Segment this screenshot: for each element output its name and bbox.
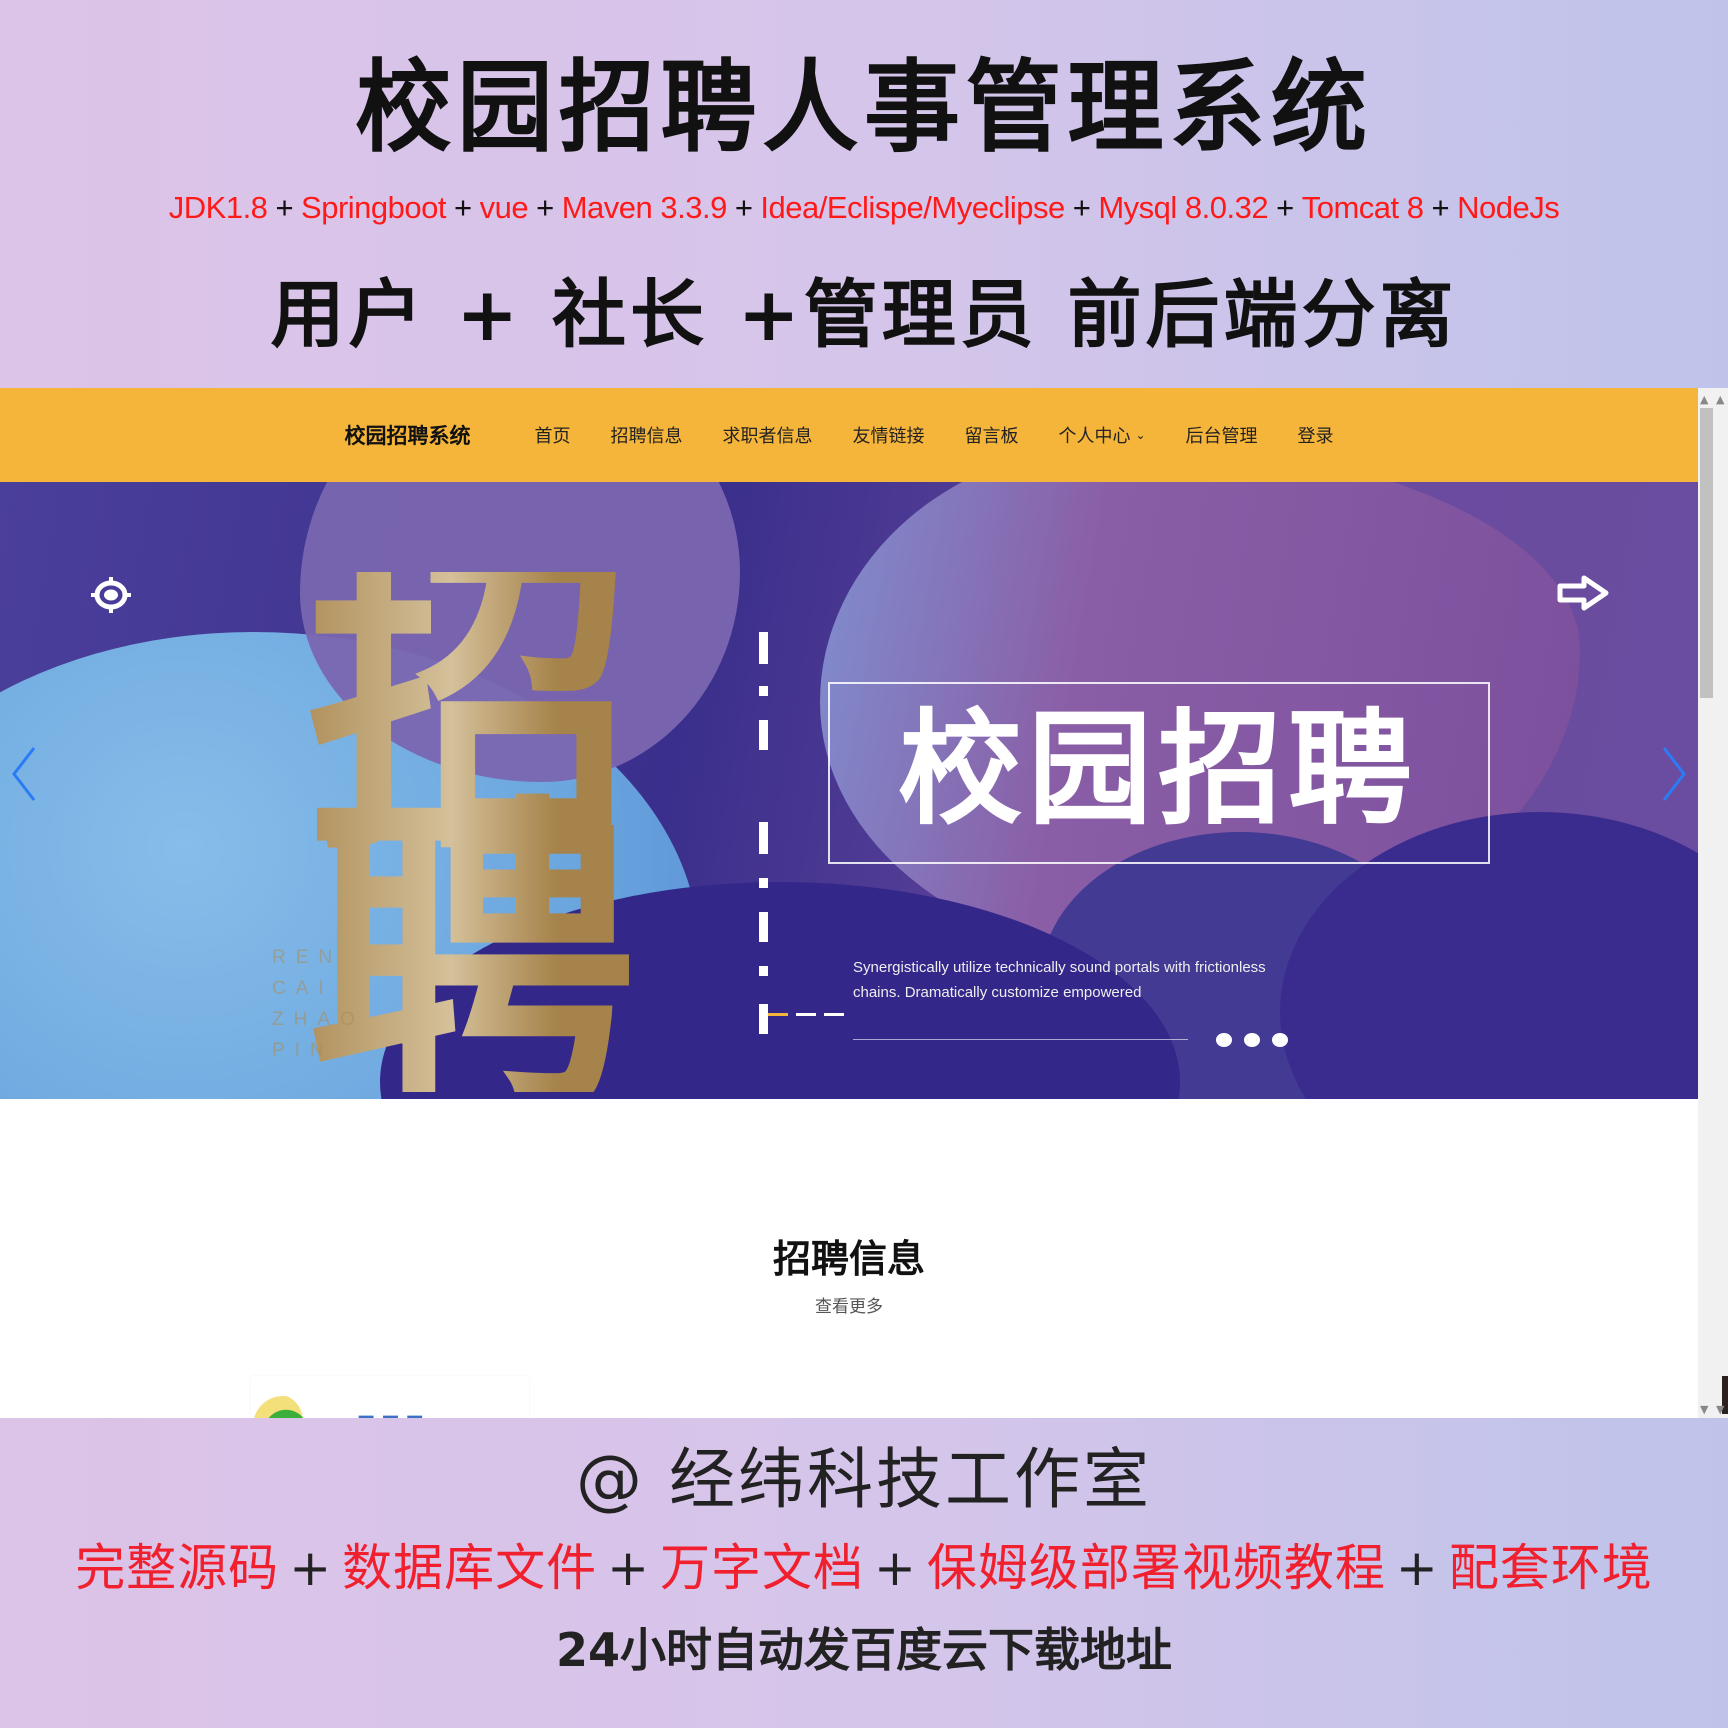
web-page: 校园招聘系统 首页 招聘信息 求职者信息 友情链接 留言板 个人中心 ⌄ 后台管…: [0, 388, 1698, 1418]
hero-carousel: 招聘 REN CAI ZHAO PIN 校园招聘 Synergistically…: [0, 482, 1698, 1099]
tech-item: Tomcat 8: [1301, 190, 1424, 225]
plus-separator: +: [1431, 190, 1450, 225]
nav-item-personal-center[interactable]: 个人中心 ⌄: [1058, 422, 1145, 448]
studio-name: @ 经纬科技工作室: [576, 1441, 1152, 1518]
features-line: 完整源码 + 数据库文件 + 万字文档 + 保姆级部署视频教程 + 配套环境: [0, 1536, 1728, 1600]
browser-viewport: 校园招聘系统 首页 招聘信息 求职者信息 友情链接 留言板 个人中心 ⌄ 后台管…: [0, 388, 1728, 1418]
view-more-link[interactable]: 查看更多: [0, 1292, 1698, 1317]
nav-item-message-board[interactable]: 留言板: [964, 422, 1018, 448]
dash-line: [824, 1013, 844, 1016]
plus-separator: +: [1072, 190, 1091, 225]
slide-dot[interactable]: [1244, 1033, 1260, 1047]
feature-item: 配套环境: [1448, 1539, 1653, 1597]
roles-line: 用户 + 社长 +管理员 前后端分离: [270, 272, 1458, 358]
nav-item-label: 个人中心: [1058, 426, 1131, 447]
tech-item: JDK1.8: [168, 190, 268, 225]
download-note: 24小时自动发百度云下载地址: [555, 1623, 1172, 1677]
company-logo-icon: [253, 1396, 313, 1418]
promo-title: 校园招聘人事管理系统: [355, 49, 1373, 166]
feature-item: 保姆级部署视频教程: [926, 1539, 1386, 1597]
scroll-down-icon[interactable]: ▼: [1700, 1403, 1708, 1416]
plus-separator: +: [536, 190, 554, 225]
pinyin-line: CAI: [272, 978, 334, 999]
dashed-divider: [759, 632, 769, 1042]
slide-dot[interactable]: [1216, 1033, 1232, 1047]
top-navbar: 校园招聘系统 首页 招聘信息 求职者信息 友情链接 留言板 个人中心 ⌄ 后台管…: [0, 388, 1698, 482]
hero-headline: 校园招聘: [897, 698, 1418, 842]
nav-item-home[interactable]: 首页: [534, 422, 570, 448]
target-icon: [88, 575, 134, 619]
tech-item: Idea/Eclispe/Myeclipse: [760, 190, 1065, 225]
slide-dot[interactable]: [1272, 1033, 1288, 1047]
tech-item: Springboot: [301, 190, 446, 225]
pinyin-line: REN: [272, 947, 343, 968]
tech-item: Maven 3.3.9: [561, 190, 728, 225]
nav-item-friend-links[interactable]: 友情链接: [852, 422, 924, 448]
pinyin-line: ZHAO: [272, 1009, 365, 1030]
feature-item: 完整源码: [75, 1539, 280, 1597]
scroll-down-icon[interactable]: ▼: [1716, 1403, 1724, 1416]
hero-pinyin: REN CAI ZHAO PIN: [272, 942, 372, 1066]
carousel-next-button[interactable]: [1660, 746, 1690, 802]
pinyin-line: PIN: [272, 1040, 334, 1061]
feature-item: 万字文档: [660, 1539, 864, 1597]
nav-item-job-seekers[interactable]: 求职者信息: [722, 422, 812, 448]
recruitment-card-thumbnail[interactable]: ▪▪▪: [251, 1376, 529, 1418]
section-title: 招聘信息: [772, 1237, 925, 1281]
nav-item-login[interactable]: 登录: [1298, 422, 1334, 448]
chevron-down-icon: ⌄: [1135, 428, 1146, 442]
dash-line: [796, 1013, 816, 1016]
promo-header: 校园招聘人事管理系统 JDK1.8 + Springboot + vue + Maven 3…: [0, 0, 1728, 388]
plus-separator: +: [454, 190, 472, 225]
arrow-right-icon: [1556, 573, 1612, 617]
nav-item-admin[interactable]: 后台管理: [1186, 422, 1258, 448]
scroll-up-icon[interactable]: ▲: [1700, 393, 1708, 406]
tech-stack-line: JDK1.8 + Springboot + vue + Maven 3.3.9 + Idea/E…: [0, 186, 1728, 230]
hero-underline: [853, 1039, 1188, 1040]
plus-separator: +: [1276, 190, 1294, 225]
plus-separator: +: [734, 190, 753, 225]
scroll-thumb[interactable]: [1700, 408, 1713, 698]
company-logo-text: ▪▪▪: [356, 1404, 429, 1418]
tech-item: NodeJs: [1457, 190, 1560, 225]
feature-item: 数据库文件: [342, 1539, 598, 1597]
plus-separator: +: [275, 190, 294, 225]
dash-accent: [768, 1013, 788, 1016]
plus-separator: +: [289, 1539, 333, 1597]
scroll-up-icon[interactable]: ▲: [1716, 393, 1724, 406]
nav-brand[interactable]: 校园招聘系统: [344, 420, 470, 450]
vertical-scrollbar[interactable]: ▲ ▲ ▼ ▼: [1698, 388, 1728, 1418]
tech-item: vue: [479, 190, 529, 225]
carousel-prev-button[interactable]: [10, 746, 40, 802]
hero-description: Synergistically utilize technically soun…: [853, 959, 1266, 1001]
plus-separator: +: [1395, 1539, 1439, 1597]
plus-separator: +: [607, 1539, 650, 1597]
tech-item: Mysql 8.0.32: [1098, 190, 1269, 225]
plus-separator: +: [874, 1539, 917, 1597]
promo-footer: @ 经纬科技工作室 完整源码 + 数据库文件 + 万字文档 + 保姆级部署视频教程 + 配套环境…: [0, 1418, 1728, 1728]
nav-item-recruitment[interactable]: 招聘信息: [610, 422, 682, 448]
